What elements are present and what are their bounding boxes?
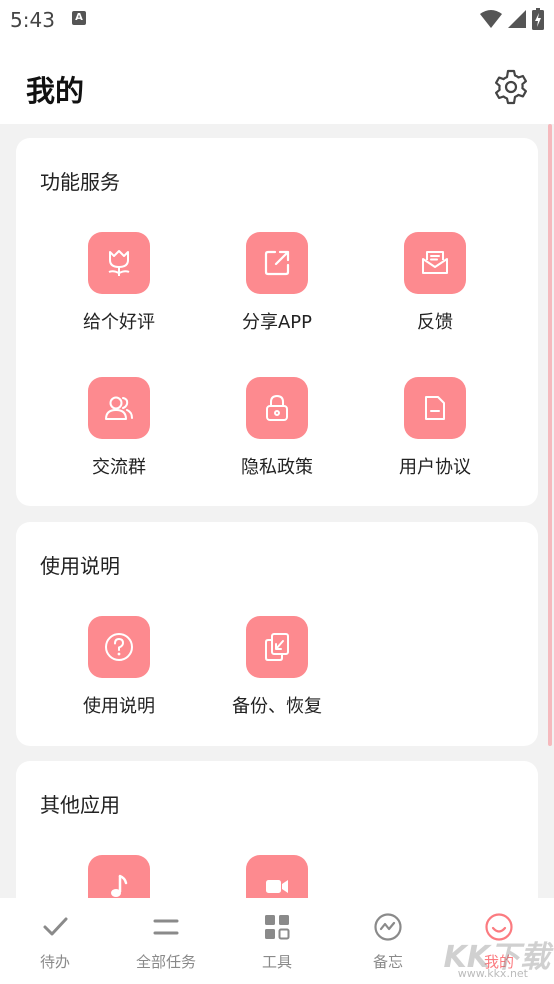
services-title: 功能服务 xyxy=(40,170,120,194)
privacy-policy-label: 隐私政策 xyxy=(241,457,313,478)
share-app-label: 分享APP xyxy=(241,312,313,333)
nav-mine[interactable]: 我的 xyxy=(444,898,554,984)
feedback-icon-box xyxy=(404,232,466,294)
share-app-icon-box xyxy=(246,232,308,294)
nav-tools[interactable]: 工具 xyxy=(222,898,332,984)
privacy-policy-tile[interactable]: 隐私政策 xyxy=(207,377,347,487)
notification-icon: A xyxy=(72,11,86,25)
lock-icon xyxy=(266,394,288,421)
other-apps-title: 其他应用 xyxy=(40,793,120,817)
question-icon xyxy=(105,633,133,661)
group-chat-label: 交流群 xyxy=(92,457,146,478)
scrollbar[interactable] xyxy=(548,124,552,746)
feedback-tile[interactable]: 反馈 xyxy=(365,232,505,342)
music-app-tile[interactable] xyxy=(49,855,189,898)
music-note-icon xyxy=(111,874,128,897)
envelope-icon xyxy=(422,251,448,274)
status-bar: 5:43 A xyxy=(0,0,554,38)
rate-app-label: 给个好评 xyxy=(83,312,155,333)
user-agreement-icon-box xyxy=(404,377,466,439)
services-card: 功能服务 给个好评 分享APP 反馈 交流群 隐私政策 用户协议 xyxy=(16,138,538,506)
check-icon xyxy=(43,917,68,936)
list-icon xyxy=(153,919,179,935)
tulip-icon xyxy=(108,250,130,276)
instructions-title: 使用说明 xyxy=(40,554,120,578)
gear-icon xyxy=(495,69,527,105)
battery-icon xyxy=(532,8,544,30)
user-agreement-tile[interactable]: 用户协议 xyxy=(365,377,505,487)
status-indicators xyxy=(480,8,544,30)
settings-button[interactable] xyxy=(492,68,530,106)
usage-guide-icon-box xyxy=(88,616,150,678)
page-header: 我的 xyxy=(0,38,554,124)
video-app-tile[interactable] xyxy=(207,855,347,898)
grid-icon xyxy=(265,915,290,940)
music-app-icon-box xyxy=(88,855,150,898)
backup-restore-icon-box xyxy=(246,616,308,678)
video-app-icon-box xyxy=(246,855,308,898)
rate-app-tile[interactable]: 给个好评 xyxy=(49,232,189,342)
page-title: 我的 xyxy=(26,74,85,108)
nav-memo[interactable]: 备忘 xyxy=(333,898,443,984)
nav-tools-label: 工具 xyxy=(261,953,292,971)
usage-guide-tile[interactable]: 使用说明 xyxy=(49,616,189,726)
feedback-label: 反馈 xyxy=(417,312,453,333)
nav-mine-label: 我的 xyxy=(483,953,514,971)
other-apps-card: 其他应用 xyxy=(16,761,538,898)
group-chat-tile[interactable]: 交流群 xyxy=(49,377,189,487)
instructions-card: 使用说明 使用说明 备份、恢复 xyxy=(16,522,538,746)
usage-guide-label: 使用说明 xyxy=(83,696,155,717)
privacy-policy-icon-box xyxy=(246,377,308,439)
scroll-content[interactable]: 功能服务 给个好评 分享APP 反馈 交流群 隐私政策 用户协议 使用说明 使用… xyxy=(0,124,554,898)
document-icon xyxy=(425,396,445,420)
group-icon xyxy=(105,396,133,420)
nav-all-tasks[interactable]: 全部任务 xyxy=(111,898,221,984)
nav-all-tasks-label: 全部任务 xyxy=(135,953,196,971)
group-chat-icon-box xyxy=(88,377,150,439)
backup-restore-label: 备份、恢复 xyxy=(232,696,322,717)
nav-memo-label: 备忘 xyxy=(372,953,403,971)
share-app-tile[interactable]: 分享APP xyxy=(207,232,347,342)
chat-wave-icon xyxy=(374,913,402,941)
nav-todo[interactable]: 待办 xyxy=(0,898,110,984)
share-icon xyxy=(264,250,290,276)
profile-smile-icon xyxy=(485,913,513,941)
rate-app-icon-box xyxy=(88,232,150,294)
nav-todo-label: 待办 xyxy=(39,953,70,971)
status-time: 5:43 xyxy=(10,8,55,32)
backup-icon xyxy=(265,633,289,661)
user-agreement-label: 用户协议 xyxy=(399,457,471,478)
signal-icon xyxy=(508,10,526,28)
backup-restore-tile[interactable]: 备份、恢复 xyxy=(207,616,347,726)
video-camera-icon xyxy=(266,880,288,893)
bottom-nav: 待办 全部任务 工具 备忘 我的 xyxy=(0,898,554,984)
wifi-icon xyxy=(480,10,502,28)
